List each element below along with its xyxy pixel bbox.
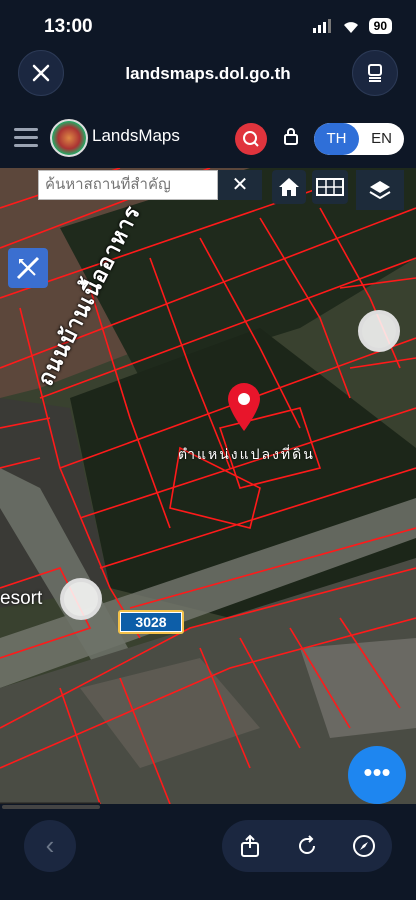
search-icon bbox=[243, 131, 259, 147]
close-icon: ✕ bbox=[231, 174, 249, 196]
lang-en-option[interactable]: EN bbox=[359, 123, 404, 155]
back-button[interactable]: ‹ bbox=[24, 820, 76, 872]
signal-icon bbox=[312, 19, 331, 33]
lang-th-option[interactable]: TH bbox=[314, 123, 359, 155]
wifi-icon bbox=[343, 21, 358, 33]
compass-icon bbox=[352, 835, 375, 857]
system-icons: 90 bbox=[312, 18, 392, 34]
status-bar: 13:00 90 bbox=[0, 0, 416, 50]
app-header: LandsMaps TH EN bbox=[0, 112, 416, 168]
poi-label: esort bbox=[0, 588, 43, 609]
more-options-button[interactable]: ••• bbox=[348, 746, 406, 804]
home-icon bbox=[279, 178, 299, 196]
map-view[interactable]: ✕ ถนนบ้านเนื้ออาหาร ตำแหน่งแปลงที่ดิน es… bbox=[0, 168, 416, 804]
clear-search-button[interactable]: ✕ bbox=[218, 170, 262, 200]
satellite-map bbox=[0, 168, 416, 804]
reload-icon bbox=[298, 835, 315, 854]
landmark-search-input[interactable] bbox=[43, 175, 217, 194]
location-icon[interactable] bbox=[60, 578, 102, 620]
home-indicator bbox=[2, 805, 100, 809]
landmark-search-field[interactable] bbox=[38, 170, 218, 200]
grid-button[interactable] bbox=[312, 170, 348, 204]
route-number: 3028 bbox=[120, 612, 182, 632]
search-button[interactable] bbox=[235, 123, 267, 155]
route-shield: 3028 bbox=[118, 610, 184, 634]
tabs-button[interactable] bbox=[352, 50, 398, 96]
reload-button[interactable] bbox=[289, 828, 325, 864]
compass-button[interactable] bbox=[346, 828, 382, 864]
browser-actions bbox=[222, 820, 392, 872]
home-button[interactable] bbox=[272, 170, 306, 204]
status-time: 13:00 bbox=[44, 16, 93, 37]
parcel-location-label: ตำแหน่งแปลงที่ดิน bbox=[178, 446, 315, 462]
back-icon: ‹ bbox=[45, 830, 55, 860]
app-logo bbox=[50, 119, 88, 157]
share-button[interactable] bbox=[232, 828, 268, 864]
browser-toolbar: landsmaps.dol.go.th bbox=[0, 50, 416, 105]
app-name: LandsMaps bbox=[92, 126, 180, 145]
battery-indicator: 90 bbox=[368, 18, 392, 34]
lock-icon[interactable] bbox=[284, 127, 298, 150]
measure-tool-button[interactable] bbox=[8, 248, 48, 288]
layers-icon bbox=[369, 181, 391, 200]
browser-bottom-bar: ‹ bbox=[0, 804, 416, 900]
share-icon bbox=[241, 834, 260, 857]
grid-icon bbox=[316, 178, 344, 196]
tabs-icon bbox=[368, 64, 382, 82]
layers-button[interactable] bbox=[356, 170, 404, 210]
ruler-icon bbox=[16, 256, 40, 280]
pin-icon bbox=[226, 382, 262, 437]
language-toggle[interactable]: TH EN bbox=[314, 123, 404, 155]
location-icon[interactable] bbox=[358, 310, 400, 352]
menu-icon[interactable] bbox=[14, 128, 38, 152]
